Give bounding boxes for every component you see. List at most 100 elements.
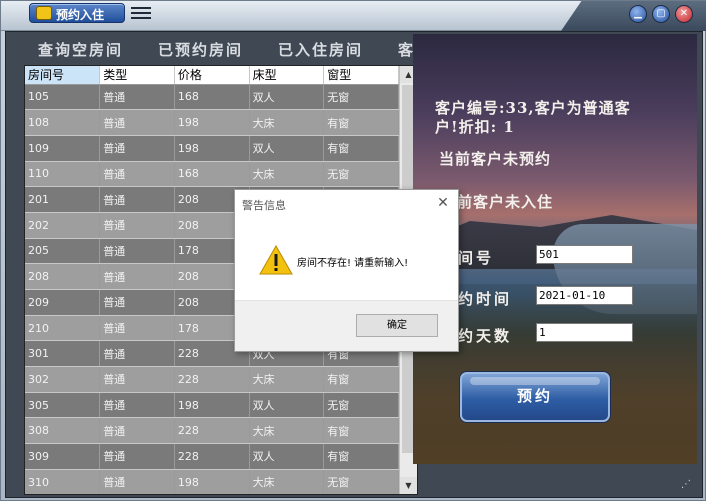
table-cell: 198 — [174, 109, 250, 136]
table-cell: 有窗 — [323, 366, 399, 393]
table-cell: 大床 — [249, 109, 325, 136]
table-cell: 普通 — [99, 263, 175, 290]
ok-button[interactable]: 确定 — [356, 314, 438, 337]
table-cell: 大床 — [249, 417, 325, 445]
room-number-label: 间号 — [458, 249, 495, 267]
table-cell: 308 — [25, 417, 101, 445]
table-cell: 309 — [25, 443, 101, 470]
app-tab-label: 预约入住 — [56, 8, 105, 22]
table-cell: 310 — [25, 469, 101, 494]
room-number-input[interactable]: 501 — [536, 245, 633, 264]
checkin-status: 前客户未入住 — [457, 193, 554, 211]
booking-days-label: 约天数 — [458, 327, 513, 345]
dialog-message: 房间不存在! 请重新输入! — [297, 258, 409, 269]
book-button-label: 预约 — [516, 387, 553, 405]
hamburger-menu-icon[interactable] — [131, 7, 151, 21]
table-cell: 普通 — [99, 238, 175, 265]
table-cell: 无窗 — [323, 161, 399, 188]
table-row[interactable]: 110 普通 168 大床 无窗 — [25, 161, 399, 188]
col-header-bed[interactable]: 床型 — [249, 66, 325, 85]
table-row[interactable]: 105 普通 168 双人 无窗 — [25, 84, 399, 111]
warning-dialog: 警告信息 ✕ 房间不存在! 请重新输入! 确定 — [234, 189, 459, 352]
table-cell: 普通 — [99, 161, 175, 188]
table-cell: 301 — [25, 340, 101, 368]
table-row[interactable]: 109 普通 198 双人 有窗 — [25, 135, 399, 162]
dialog-footer: 确定 — [235, 300, 458, 351]
table-cell: 双人 — [249, 443, 325, 470]
nav-query-empty-rooms[interactable]: 查询空房间 — [38, 39, 123, 60]
table-row[interactable]: 108 普通 198 大床 有窗 — [25, 109, 399, 136]
minimize-button[interactable]: ▁ — [629, 5, 647, 23]
table-cell: 大床 — [249, 469, 325, 494]
table-cell: 208 — [25, 263, 101, 290]
table-cell: 228 — [174, 417, 250, 445]
dialog-title: 警告信息 — [242, 199, 286, 212]
table-cell: 无窗 — [323, 392, 399, 419]
table-cell: 168 — [174, 84, 250, 111]
table-cell: 198 — [174, 135, 250, 162]
table-cell: 无窗 — [323, 84, 399, 111]
table-cell: 198 — [174, 469, 250, 494]
table-cell: 大床 — [249, 161, 325, 188]
nav-checked-in-rooms[interactable]: 已入住房间 — [278, 39, 363, 60]
table-cell: 305 — [25, 392, 101, 419]
table-cell: 普通 — [99, 443, 175, 470]
table-cell: 普通 — [99, 186, 175, 213]
table-cell: 205 — [25, 238, 101, 265]
dialog-close-icon[interactable]: ✕ — [435, 195, 451, 211]
table-cell: 普通 — [99, 84, 175, 111]
table-row[interactable]: 305 普通 198 双人 无窗 — [25, 392, 399, 419]
warning-icon — [259, 245, 293, 275]
table-cell: 双人 — [249, 84, 325, 111]
table-cell: 双人 — [249, 392, 325, 419]
table-cell: 普通 — [99, 289, 175, 316]
table-cell: 228 — [174, 443, 250, 470]
table-cell: 普通 — [99, 366, 175, 393]
table-cell: 普通 — [99, 340, 175, 368]
table-cell: 168 — [174, 161, 250, 188]
col-header-price[interactable]: 价格 — [174, 66, 250, 85]
table-cell: 110 — [25, 161, 101, 188]
col-header-window[interactable]: 窗型 — [323, 66, 399, 85]
table-row[interactable]: 308 普通 228 大床 有窗 — [25, 417, 399, 445]
table-cell: 普通 — [99, 315, 175, 342]
main-window: 预约入住 ▁ ▢ ✕ 查询空房间 已预约房间 已入住房间 客户充值 房间号 类型… — [0, 0, 706, 501]
app-logo-icon — [36, 6, 52, 20]
booking-status: 当前客户未预约 — [439, 150, 552, 168]
col-header-type[interactable]: 类型 — [99, 66, 175, 85]
table-cell: 有窗 — [323, 135, 399, 162]
close-button[interactable]: ✕ — [675, 5, 693, 23]
table-cell: 普通 — [99, 392, 175, 419]
booking-date-label: 约时间 — [458, 290, 513, 308]
title-bar: 预约入住 ▁ ▢ ✕ — [1, 1, 706, 31]
table-cell: 有窗 — [323, 443, 399, 470]
table-cell: 210 — [25, 315, 101, 342]
table-cell: 双人 — [249, 135, 325, 162]
scroll-down-arrow-icon[interactable]: ▼ — [400, 477, 417, 494]
app-tab[interactable]: 预约入住 — [29, 3, 125, 23]
resize-grip-icon[interactable]: ⋰ — [681, 479, 695, 493]
nav-booked-rooms[interactable]: 已预约房间 — [158, 39, 243, 60]
booking-days-input[interactable]: 1 — [536, 323, 633, 342]
table-cell: 普通 — [99, 469, 175, 494]
booking-date-input[interactable]: 2021-01-10 — [536, 286, 633, 305]
book-button[interactable]: 预约 — [460, 372, 610, 422]
table-cell: 108 — [25, 109, 101, 136]
table-cell: 202 — [25, 212, 101, 239]
customer-info: 客户编号:33,客户为普通客户!折扣: 1 — [435, 99, 631, 136]
table-cell: 普通 — [99, 109, 175, 136]
table-row[interactable]: 310 普通 198 大床 无窗 — [25, 469, 399, 494]
table-row[interactable]: 302 普通 228 大床 有窗 — [25, 366, 399, 393]
table-cell: 大床 — [249, 366, 325, 393]
table-cell: 普通 — [99, 135, 175, 162]
maximize-button[interactable]: ▢ — [652, 5, 670, 23]
table-cell: 201 — [25, 186, 101, 213]
col-header-room[interactable]: 房间号 — [25, 66, 101, 85]
table-cell: 109 — [25, 135, 101, 162]
table-cell: 228 — [174, 366, 250, 393]
table-cell: 普通 — [99, 417, 175, 445]
table-cell: 无窗 — [323, 469, 399, 494]
table-row[interactable]: 309 普通 228 双人 有窗 — [25, 443, 399, 470]
table-cell: 302 — [25, 366, 101, 393]
table-cell: 198 — [174, 392, 250, 419]
